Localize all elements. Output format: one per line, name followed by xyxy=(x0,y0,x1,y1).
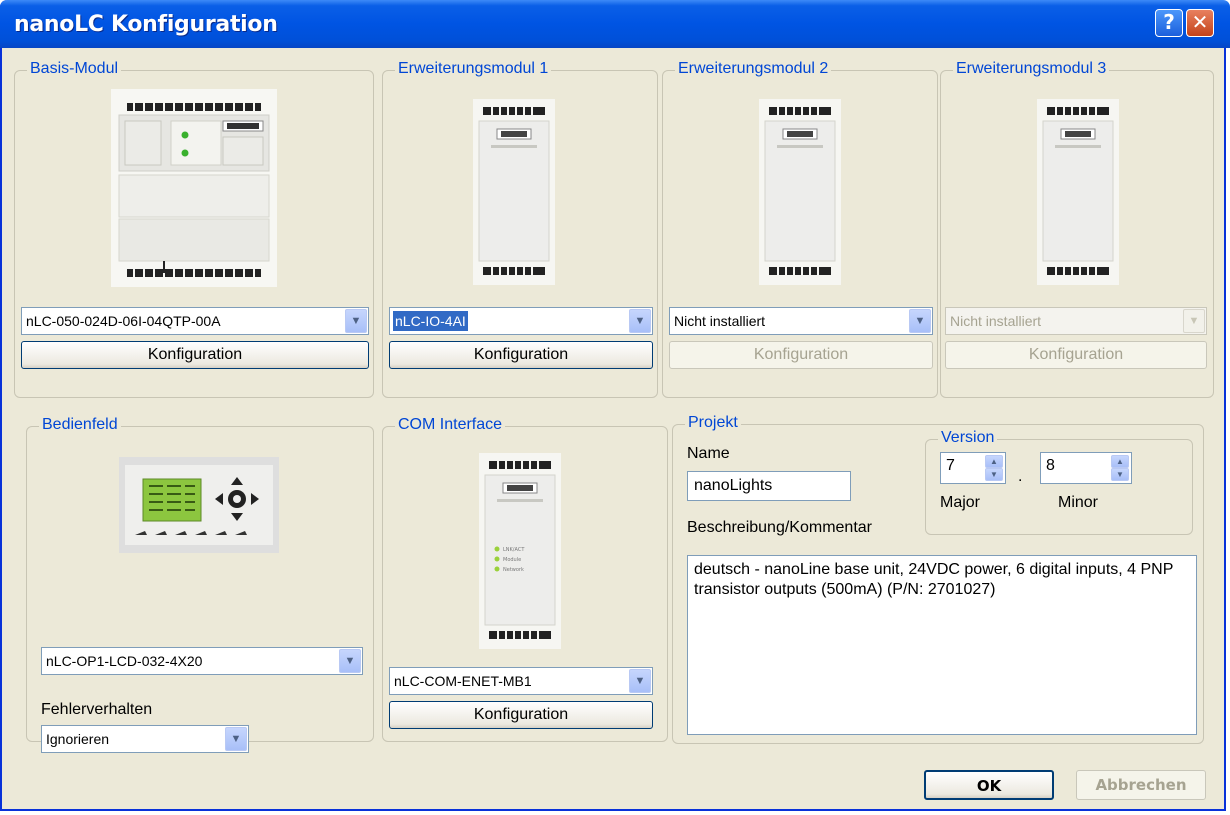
erweiterungsmodul-1-legend: Erweiterungsmodul 1 xyxy=(395,60,552,78)
dialog-window: nanoLC Konfiguration ? ✕ Basis-Modul nLC… xyxy=(0,0,1230,811)
fehlerverhalten-select[interactable]: Ignorieren ▼ xyxy=(41,725,249,753)
com-led-labels: LNK/ACT Module Network xyxy=(503,545,524,575)
com-konfiguration-button[interactable]: Konfiguration xyxy=(389,701,653,729)
basis-konfiguration-button[interactable]: Konfiguration xyxy=(21,341,369,369)
spin-down-icon[interactable]: ▼ xyxy=(985,468,1003,481)
bedienfeld-group: Bedienfeld nLC-OP1-LCD-032-4X20 ▼ Fehler… xyxy=(26,416,374,753)
spin-up-icon[interactable]: ▲ xyxy=(985,455,1003,468)
major-label: Major xyxy=(940,494,981,511)
bedienfeld-legend: Bedienfeld xyxy=(39,416,121,434)
ext3-konfiguration-button: Konfiguration xyxy=(945,341,1207,369)
close-button[interactable]: ✕ xyxy=(1186,9,1214,37)
bedienfeld-select[interactable]: nLC-OP1-LCD-032-4X20 ▼ xyxy=(41,647,363,675)
erweiterungsmodul-2-group: Erweiterungsmodul 2 Nicht installiert ▼ … xyxy=(662,60,938,398)
basis-modul-group: Basis-Modul nLC-050-024D-06I-04QTP-00A ▼… xyxy=(14,60,374,398)
chevron-down-icon[interactable]: ▼ xyxy=(629,309,651,333)
chevron-down-icon[interactable]: ▼ xyxy=(909,309,931,333)
version-separator: . xyxy=(1018,468,1023,485)
chevron-down-icon[interactable]: ▼ xyxy=(629,669,651,693)
expansion-module-3-image xyxy=(1037,99,1119,285)
erweiterungsmodul-1-select[interactable]: nLC-IO-4AI ▼ xyxy=(389,307,653,335)
basis-modul-select[interactable]: nLC-050-024D-06I-04QTP-00A ▼ xyxy=(21,307,369,335)
minor-label: Minor xyxy=(1058,494,1099,511)
erweiterungsmodul-1-value: nLC-IO-4AI xyxy=(393,311,468,331)
ext2-konfiguration-button: Konfiguration xyxy=(669,341,933,369)
name-label: Name xyxy=(687,445,730,462)
com-led-label: Module xyxy=(503,557,522,563)
project-name-field[interactable]: nanoLights xyxy=(687,471,851,501)
base-module-image xyxy=(111,89,277,287)
major-spinner[interactable]: 7 ▲ ▼ xyxy=(940,452,1006,484)
spin-up-icon[interactable]: ▲ xyxy=(1111,455,1129,468)
erweiterungsmodul-1-group: Erweiterungsmodul 1 nLC-IO-4AI ▼ Konfigu… xyxy=(382,60,658,398)
bedienfeld-value: nLC-OP1-LCD-032-4X20 xyxy=(46,653,203,669)
erweiterungsmodul-3-value: Nicht installiert xyxy=(950,313,1042,329)
chevron-down-icon[interactable]: ▼ xyxy=(345,309,367,333)
basis-modul-value: nLC-050-024D-06I-04QTP-00A xyxy=(26,313,221,329)
version-group: Version 7 ▲ ▼ . 8 ▲ ▼ Major Minor xyxy=(925,429,1193,535)
chevron-down-icon[interactable]: ▼ xyxy=(339,649,361,673)
projekt-group: Projekt Name nanoLights Beschreibung/Kom… xyxy=(672,414,1204,744)
erweiterungsmodul-2-legend: Erweiterungsmodul 2 xyxy=(675,60,832,78)
com-interface-value: nLC-COM-ENET-MB1 xyxy=(394,673,532,689)
erweiterungsmodul-2-value: Nicht installiert xyxy=(674,313,766,329)
com-led-label: LNK/ACT xyxy=(503,547,525,553)
spin-down-icon[interactable]: ▼ xyxy=(1111,468,1129,481)
help-button[interactable]: ? xyxy=(1155,9,1183,37)
title-bar[interactable]: nanoLC Konfiguration ? ✕ xyxy=(0,0,1230,48)
com-interface-group: COM Interface LNK/ACT Module Network nLC… xyxy=(382,416,668,742)
erweiterungsmodul-3-legend: Erweiterungsmodul 3 xyxy=(953,60,1110,78)
fehlerverhalten-label: Fehlerverhalten xyxy=(41,701,153,718)
beschreibung-label: Beschreibung/Kommentar xyxy=(687,519,872,536)
erweiterungsmodul-3-select: Nicht installiert ▼ xyxy=(945,307,1207,335)
major-value: 7 xyxy=(946,457,955,474)
fehlerverhalten-value: Ignorieren xyxy=(46,731,110,747)
projekt-legend: Projekt xyxy=(685,414,741,432)
com-interface-legend: COM Interface xyxy=(395,416,506,434)
version-legend: Version xyxy=(938,429,998,447)
ok-button[interactable]: OK xyxy=(924,770,1054,800)
description-textarea[interactable]: deutsch - nanoLine base unit, 24VDC powe… xyxy=(687,555,1197,735)
dialog-client: Basis-Modul nLC-050-024D-06I-04QTP-00A ▼… xyxy=(12,58,1218,806)
expansion-module-1-image xyxy=(473,99,555,285)
erweiterungsmodul-3-group: Erweiterungsmodul 3 Nicht installiert ▼ … xyxy=(940,60,1214,398)
basis-modul-legend: Basis-Modul xyxy=(27,60,122,78)
minor-value: 8 xyxy=(1046,457,1055,474)
abbrechen-button: Abbrechen xyxy=(1076,770,1206,800)
expansion-module-2-image xyxy=(759,99,841,285)
erweiterungsmodul-2-select[interactable]: Nicht installiert ▼ xyxy=(669,307,933,335)
minor-spinner[interactable]: 8 ▲ ▼ xyxy=(1040,452,1132,484)
com-led-label: Network xyxy=(503,567,524,573)
operator-panel-image xyxy=(119,457,279,553)
com-interface-select[interactable]: nLC-COM-ENET-MB1 ▼ xyxy=(389,667,653,695)
window-title: nanoLC Konfiguration xyxy=(14,12,278,37)
chevron-down-icon: ▼ xyxy=(1183,309,1205,333)
ext1-konfiguration-button[interactable]: Konfiguration xyxy=(389,341,653,369)
chevron-down-icon[interactable]: ▼ xyxy=(225,727,247,751)
